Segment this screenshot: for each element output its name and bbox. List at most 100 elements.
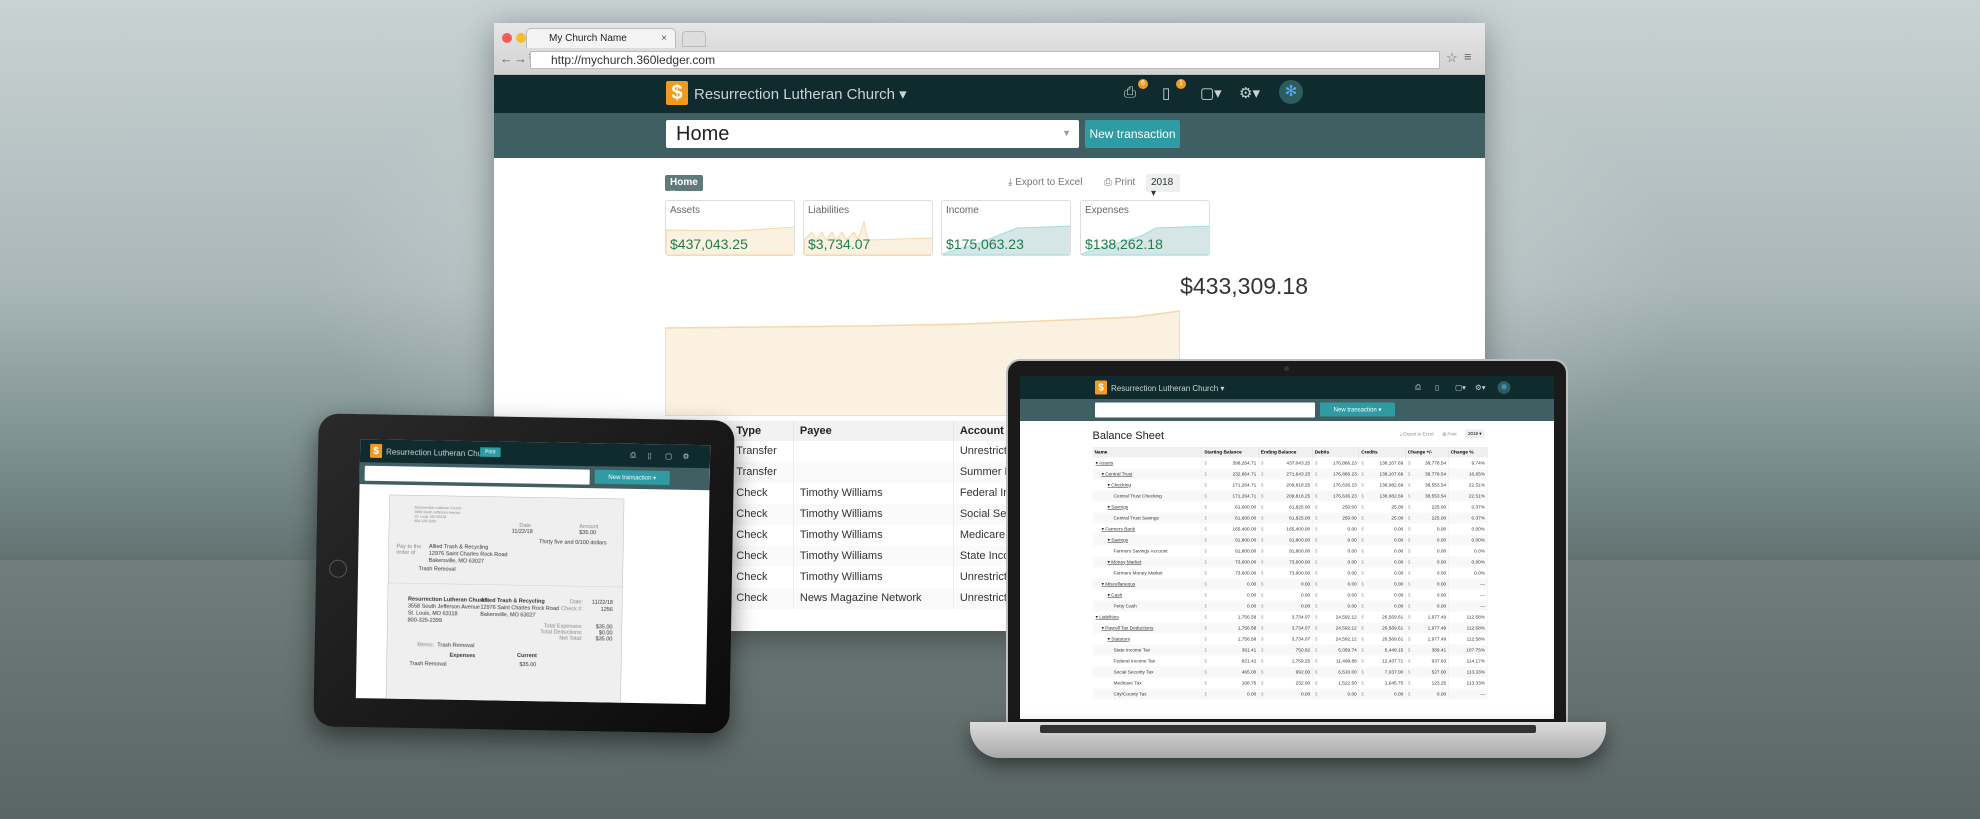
gear-icon[interactable]: ⚙▾ <box>1239 84 1260 102</box>
printer-icon[interactable]: ⎙ <box>630 451 639 460</box>
browser-tab[interactable]: My Church Name × <box>526 28 676 48</box>
tablet-home-button[interactable] <box>328 559 348 578</box>
column-header[interactable]: Change +/- <box>1405 447 1449 458</box>
account-name[interactable]: ▾ Farmers Bank <box>1092 523 1203 535</box>
page-select[interactable] <box>364 465 590 485</box>
print-button[interactable]: Print <box>480 447 501 458</box>
close-window-button[interactable] <box>502 33 512 43</box>
payee-cell[interactable] <box>793 441 954 462</box>
summary-card-assets[interactable]: Assets $437,043.25 <box>665 200 795 256</box>
account-name: State Income Tax <box>1092 644 1203 656</box>
org-switcher[interactable]: Resurrection Lutheran Church ▾ <box>1111 384 1224 394</box>
org-switcher[interactable]: Resurrection Lutheran Church ▾ <box>694 85 907 103</box>
notebook-icon[interactable]: ▢▾ <box>1200 84 1222 102</box>
logo[interactable]: $ <box>369 443 383 459</box>
amount-cell: 61,825.00 <box>1265 501 1313 513</box>
notebook-icon[interactable]: ▢ <box>665 451 674 461</box>
currency-symbol: $ <box>1314 504 1318 510</box>
column-header[interactable]: Ending Balance <box>1258 447 1313 458</box>
amount-cell: 91,800.00 <box>1265 545 1313 557</box>
summary-card-liabilities[interactable]: Liabilities $3,734.07 <box>803 200 933 256</box>
new-transaction-button[interactable]: New transaction ▾ <box>1085 120 1180 169</box>
export-excel-link[interactable]: ⤓ Export to Excel <box>1400 432 1434 438</box>
amount-cell: 0.00 <box>1319 523 1360 535</box>
check-no: 1256 <box>600 606 613 613</box>
column-header[interactable]: Debits <box>1312 447 1360 458</box>
camera <box>1284 366 1289 371</box>
summary-card-income[interactable]: Income $175,063.23 <box>941 200 1071 256</box>
currency-symbol: $ <box>1260 460 1264 466</box>
page-select[interactable]: Home ▼ <box>666 120 1079 148</box>
account-name[interactable]: ▾ Cash <box>1092 589 1203 601</box>
amount-cell: — <box>1448 578 1488 590</box>
bookmark-star-icon[interactable]: ☆ <box>1446 50 1458 66</box>
document-icon[interactable]: ▯ 1 <box>1162 79 1186 102</box>
column-header[interactable]: Credits <box>1358 447 1406 458</box>
balance-row: Medicare Tax $108.75 $232.00 $1,522.50 $1,64… <box>1092 677 1488 689</box>
print-link[interactable]: ⎙ Print <box>1443 432 1457 438</box>
account-name[interactable]: ▾ Money Market <box>1092 556 1203 568</box>
amount-cell: 112.58% <box>1448 622 1488 634</box>
back-icon[interactable]: ← <box>500 51 513 66</box>
document-icon[interactable]: ▯ <box>647 451 656 461</box>
address-bar[interactable]: http://mychurch.360ledger.com <box>530 51 1440 69</box>
payee-cell[interactable]: Timothy Williams <box>793 546 954 567</box>
new-transaction-button[interactable]: New transaction ▾ <box>594 469 670 486</box>
logo[interactable]: $ <box>1095 380 1107 395</box>
account-name[interactable]: ▾ Assets <box>1092 457 1203 469</box>
amount-cell: 250.00 <box>1319 501 1360 513</box>
payee-cell[interactable]: Timothy Williams <box>793 525 954 546</box>
print-link[interactable]: ⎙ Print <box>1104 177 1135 188</box>
close-tab-icon[interactable]: × <box>661 33 667 44</box>
year-dropdown[interactable]: 2018 ▾ <box>1465 429 1485 438</box>
amount-cell: 171,264.71 <box>1208 490 1259 502</box>
currency-symbol: $ <box>1312 644 1320 656</box>
new-transaction-button[interactable]: New transaction ▾ <box>1320 402 1395 417</box>
forward-icon[interactable]: → <box>514 51 527 66</box>
export-excel-link[interactable]: ⤓ Export to Excel <box>1008 177 1082 188</box>
account-name[interactable]: ▾ Statutory <box>1092 633 1203 645</box>
account-name[interactable]: ▾ Central Trust <box>1092 468 1203 480</box>
account-name[interactable]: ▾ Payroll Tax Deductions <box>1092 622 1203 634</box>
document-icon[interactable]: ▯ <box>1435 383 1444 393</box>
account-name[interactable]: ▾ Savings <box>1092 501 1203 513</box>
amount-cell: 0.00 <box>1412 545 1449 557</box>
payee-cell[interactable] <box>793 462 954 483</box>
column-header[interactable]: Change % <box>1448 447 1488 458</box>
logo[interactable]: $ <box>666 81 688 105</box>
view-dropdown[interactable]: Home ▾ <box>665 175 703 199</box>
gear-icon[interactable]: ⚙▾ <box>1475 383 1485 393</box>
column-header[interactable]: Name <box>1092 447 1203 458</box>
payee-cell[interactable]: Timothy Williams <box>793 504 954 525</box>
payee-cell[interactable]: Timothy Williams <box>793 483 954 504</box>
account-name[interactable]: ▾ Checking <box>1092 479 1203 491</box>
page-select[interactable] <box>1095 402 1315 418</box>
column-header-payee[interactable]: Payee <box>793 421 954 441</box>
balance-row: ▾ Checking $171,264.71 $209,818.25 $176,636… <box>1092 479 1488 491</box>
column-header-type[interactable]: Type <box>729 421 794 441</box>
menu-icon[interactable]: ≡ <box>1464 49 1472 64</box>
notebook-icon[interactable]: ▢▾ <box>1455 383 1466 393</box>
page-select-value: Home <box>676 123 730 145</box>
balance-row: Central Trust Checking $171,264.71 $209,81… <box>1092 490 1488 502</box>
account-name[interactable]: ▾ Liabilities <box>1092 611 1203 623</box>
amount-cell: 6,510.00 <box>1319 666 1360 678</box>
column-header[interactable]: Starting Balance <box>1201 447 1259 458</box>
account-name[interactable]: ▾ Miscellaneous <box>1092 578 1203 590</box>
new-tab-button[interactable] <box>682 31 706 47</box>
printer-icon[interactable]: ⎙ <box>1415 383 1424 392</box>
summary-card-expenses[interactable]: Expenses $138,262.18 <box>1080 200 1210 256</box>
avatar[interactable]: ✻ <box>1497 381 1511 394</box>
gear-icon[interactable]: ⚙ <box>682 452 691 461</box>
payee-cell[interactable]: News Magazine Network <box>793 588 954 609</box>
currency-symbol: $ <box>1405 578 1413 590</box>
balance-row: Petty Cash $0.00 $0.00 $0.00 $0.00 $0.00— <box>1092 600 1488 612</box>
amount-cell: 0.00 <box>1365 556 1406 568</box>
payee-cell[interactable]: Timothy Williams <box>793 567 954 588</box>
year-dropdown[interactable]: 2018 ▾ <box>1146 174 1180 199</box>
account-name[interactable]: ▾ Savings <box>1092 534 1203 546</box>
printer-icon[interactable]: ⎙ 6 <box>1124 79 1148 102</box>
avatar[interactable]: ✻ <box>1279 80 1303 104</box>
currency-symbol: $ <box>1361 482 1364 488</box>
minimize-window-button[interactable] <box>516 33 526 43</box>
